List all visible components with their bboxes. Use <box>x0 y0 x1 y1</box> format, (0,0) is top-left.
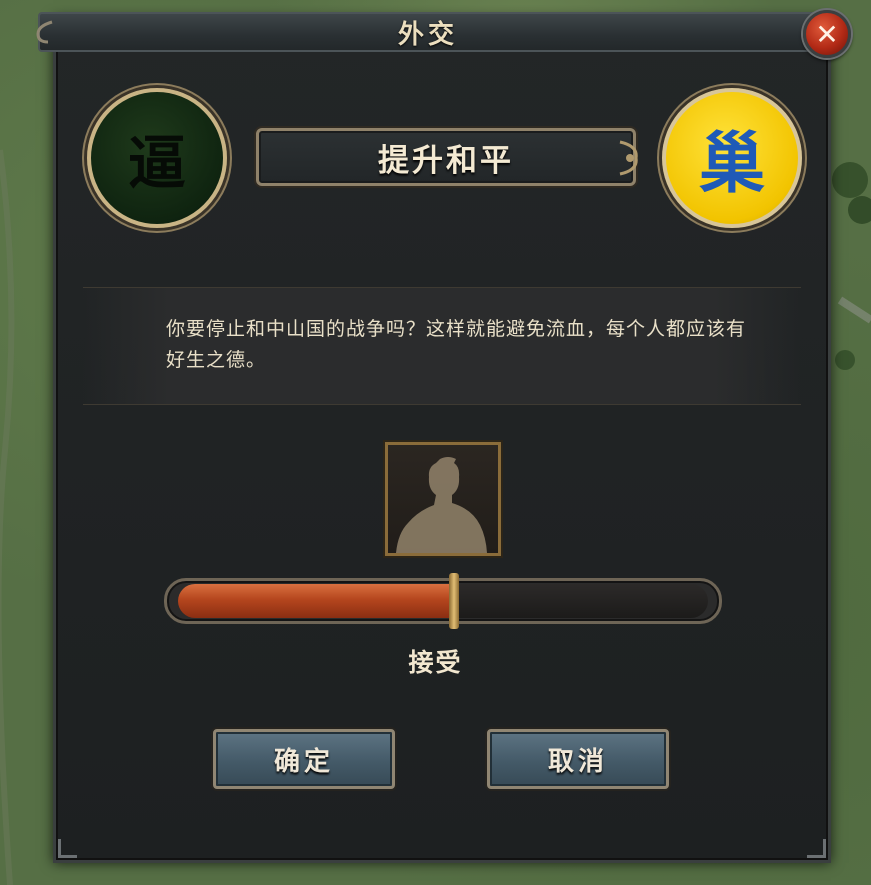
title-scroll-ornament-icon <box>36 20 53 44</box>
acceptance-bar-marker <box>449 573 459 629</box>
advisor-portrait <box>385 442 501 556</box>
cancel-button-label: 取消 <box>547 746 608 777</box>
banner-right-ornament-icon <box>619 140 638 176</box>
acceptance-bar-fill <box>178 584 454 618</box>
frame-corner-br <box>807 839 826 858</box>
message-text: 你要停止和中山国的战争吗？这样就能避免流血，每个人都应该有好生之德。 <box>166 318 747 371</box>
action-title: 提升和平 <box>378 142 514 179</box>
own-faction-emblem: 逼 <box>87 88 227 228</box>
target-faction-glyph: 巢 <box>699 124 765 202</box>
frame-corner-bl <box>58 839 77 858</box>
confirm-button[interactable]: 确定 <box>213 729 395 789</box>
acceptance-bar-remaining <box>454 584 708 618</box>
confirm-button-label: 确定 <box>273 746 334 777</box>
window-title: 外交 <box>397 19 458 50</box>
acceptance-label: 接受 <box>408 648 463 677</box>
advisor-silhouette-icon <box>396 457 487 553</box>
own-faction-glyph: 逼 <box>127 129 186 197</box>
cancel-button[interactable]: 取消 <box>487 729 669 789</box>
action-banner: 提升和平 <box>256 128 636 186</box>
close-button[interactable]: ✕ <box>803 10 851 58</box>
close-icon: ✕ <box>815 17 839 51</box>
title-bar: 外交 <box>38 12 818 52</box>
target-faction-emblem: 巢 <box>662 88 802 228</box>
